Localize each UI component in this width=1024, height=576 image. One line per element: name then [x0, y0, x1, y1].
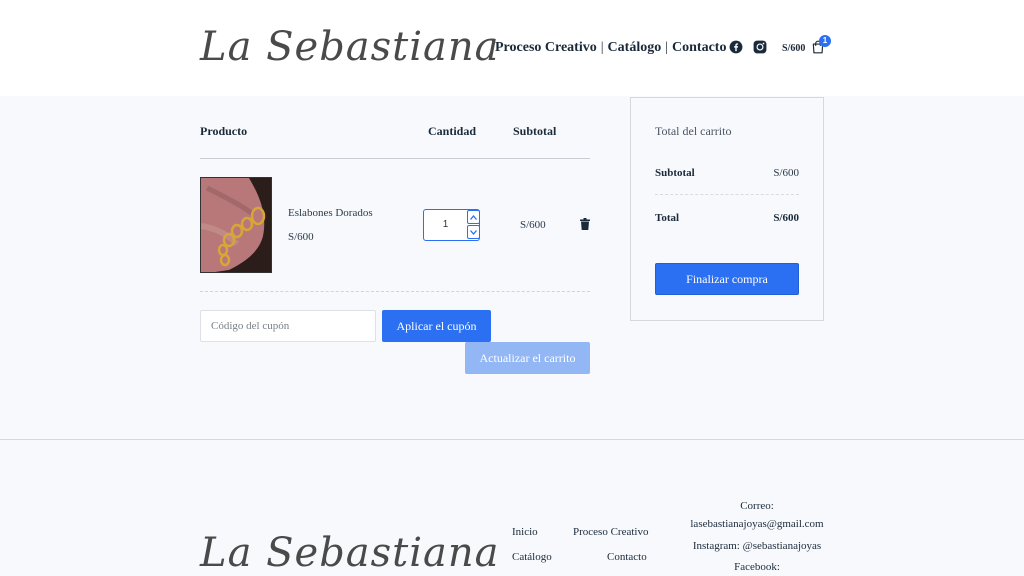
chevron-up-icon — [470, 214, 477, 220]
apply-coupon-button[interactable]: Aplicar el cupón — [382, 310, 491, 342]
nav-contacto[interactable]: Contacto — [672, 40, 726, 56]
totals-total-label: Total — [655, 212, 680, 224]
footer-link-catalogo[interactable]: Catálogo — [512, 551, 552, 563]
facebook-icon[interactable] — [729, 40, 743, 54]
product-thumbnail[interactable] — [200, 177, 272, 273]
footer-email[interactable]: lasebastianajoyas@gmail.com — [690, 518, 824, 530]
cart-totals-panel: Total del carrito Subtotal S/600 Total S… — [630, 97, 824, 321]
table-row-divider — [200, 291, 590, 292]
nav-proceso-creativo[interactable]: Proceso Creativo — [495, 40, 597, 56]
footer-link-inicio[interactable]: Inicio — [512, 526, 538, 538]
footer-link-proceso-creativo[interactable]: Proceso Creativo — [573, 526, 648, 538]
footer-link-contacto[interactable]: Contacto — [607, 551, 647, 563]
totals-divider — [655, 194, 799, 195]
site-logo[interactable]: La Sebastiana — [200, 24, 500, 70]
quantity-increase-button[interactable] — [467, 210, 480, 224]
cart-count-badge: 1 — [819, 35, 831, 47]
nav-catalogo[interactable]: Catálogo — [608, 40, 662, 56]
footer-logo[interactable]: La Sebastiana — [200, 530, 500, 576]
cart-totals-title: Total del carrito — [655, 124, 732, 138]
update-cart-button[interactable]: Actualizar el carrito — [465, 342, 590, 374]
product-name[interactable]: Eslabones Dorados — [288, 207, 373, 219]
totals-total-value: S/600 — [773, 212, 799, 224]
cart-page — [0, 96, 1024, 439]
quantity-decrease-button[interactable] — [467, 225, 480, 239]
line-subtotal: S/600 — [520, 219, 546, 231]
footer-email-label: Correo: — [740, 500, 774, 512]
column-header-quantity: Cantidad — [428, 124, 477, 138]
nav-separator: | — [600, 40, 604, 55]
chevron-down-icon — [470, 229, 477, 235]
site-footer: La Sebastiana Inicio Proceso Creativo Ca… — [0, 440, 1024, 576]
totals-subtotal-value: S/600 — [773, 167, 799, 179]
column-header-product: Producto — [200, 124, 248, 138]
main-nav: Proceso Creativo | Catálogo | Contacto — [495, 40, 726, 56]
product-price: S/600 — [288, 231, 314, 243]
instagram-icon[interactable] — [753, 40, 767, 54]
coupon-input[interactable] — [200, 310, 376, 342]
site-header: La Sebastiana Proceso Creativo | Catálog… — [0, 0, 1024, 96]
trash-icon[interactable] — [580, 218, 590, 230]
quantity-stepper[interactable]: 1 — [423, 209, 480, 241]
checkout-button[interactable]: Finalizar compra — [655, 263, 799, 295]
table-header-divider — [200, 158, 590, 159]
quantity-value[interactable]: 1 — [424, 210, 467, 240]
header-cart-total[interactable]: S/600 — [782, 43, 805, 54]
column-header-subtotal: Subtotal — [513, 124, 557, 138]
footer-facebook-label: Facebook: — [734, 561, 780, 573]
totals-subtotal-label: Subtotal — [655, 167, 695, 179]
nav-separator: | — [665, 40, 669, 55]
footer-instagram[interactable]: Instagram: @sebastianajoyas — [690, 540, 824, 552]
